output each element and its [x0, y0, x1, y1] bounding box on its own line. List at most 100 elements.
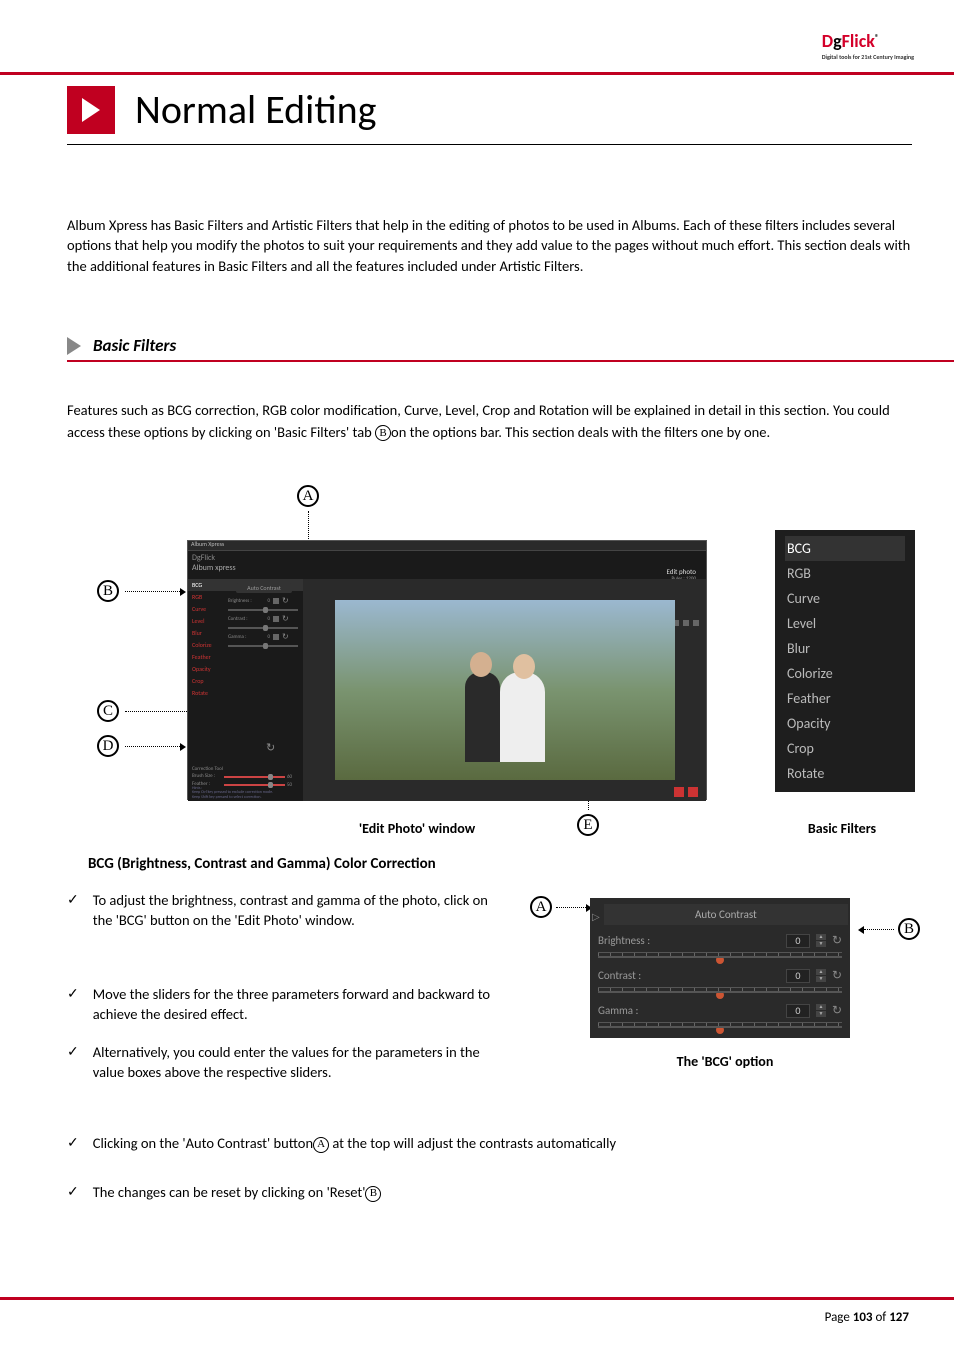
spinner-down-icon[interactable]: ▼ — [816, 1011, 826, 1017]
filter-crop[interactable]: Crop — [785, 736, 905, 761]
auto-contrast-button[interactable]: Auto Contrast — [604, 904, 848, 925]
footer-divider — [0, 1297, 954, 1300]
bcg-panel-area: A B ▷ Auto Contrast Brightness : 0 ▲ ▼ ↻ — [540, 878, 910, 1078]
contrast-label: Contrast : — [598, 969, 641, 982]
window-title: Album Xpress — [191, 540, 224, 548]
bullet-2: ✓Move the sliders for the three paramete… — [67, 984, 497, 1025]
circle-c-icon: C — [97, 700, 119, 722]
circle-b2-icon: B — [898, 918, 920, 940]
check-icon: ✓ — [67, 1133, 79, 1153]
contrast-spinner[interactable]: ▲ ▼ — [816, 969, 826, 982]
screenshot-brand: DgFlick Album xpress — [188, 551, 706, 575]
feather-value: 50 — [287, 782, 299, 788]
reset-icon-mini[interactable]: ↻ — [282, 596, 289, 606]
reset-icon[interactable]: ↻ — [832, 933, 842, 948]
inline-circle-a-icon: A — [313, 1137, 329, 1153]
bullet-1-text: To adjust the brightness, contrast and g… — [93, 890, 497, 931]
reset-icon-mini[interactable]: ↻ — [282, 614, 289, 624]
filter-rotate[interactable]: Rotate — [785, 761, 905, 786]
spinner-up-icon[interactable]: ▲ — [816, 1004, 826, 1010]
bullet-5-wrap: The changes can be reset by clicking on … — [93, 1182, 382, 1202]
basic-filters-list: BCG RGB Curve Level Blur Colorize Feathe… — [775, 530, 915, 792]
circle-a2-icon: A — [530, 896, 552, 918]
fit-icon[interactable] — [683, 620, 689, 626]
spinner-icon[interactable] — [273, 598, 279, 604]
auto-contrast-button-mini[interactable]: Auto Contrast — [236, 583, 292, 593]
header-divider — [0, 72, 954, 75]
subheading-block: Basic Filters — [67, 335, 954, 362]
spinner-up-icon[interactable]: ▲ — [816, 969, 826, 975]
filter-opacity[interactable]: Opacity — [785, 711, 905, 736]
spinner-up-icon[interactable]: ▲ — [816, 934, 826, 940]
logo-tagline: Digital tools for 21st Century Imaging — [822, 53, 914, 61]
intro-paragraph: Album Xpress has Basic Filters and Artis… — [67, 215, 912, 276]
gamma-value[interactable]: 0 — [786, 1004, 810, 1018]
reset-big-icon[interactable]: ↻ — [266, 741, 275, 754]
close-icon[interactable] — [688, 787, 698, 797]
label-d-marker: D — [97, 735, 180, 757]
subheading-text: Basic Filters — [93, 335, 176, 356]
gamma-spinner[interactable]: ▲ ▼ — [816, 1004, 826, 1017]
full-icon[interactable] — [693, 620, 699, 626]
contrast-label-mini: Contrast : — [228, 616, 258, 622]
page-n: 103 — [853, 1310, 873, 1325]
spinner-down-icon[interactable]: ▼ — [816, 941, 826, 947]
logo-reg: ® — [875, 33, 879, 43]
save-icon[interactable] — [674, 787, 684, 797]
feather-slider[interactable] — [224, 784, 285, 786]
gamma-slider[interactable] — [598, 1022, 842, 1026]
filter-curve[interactable]: Curve — [785, 586, 905, 611]
correction-tool-label: Correction Tool — [192, 766, 299, 772]
contrast-slider-mini[interactable] — [228, 627, 298, 629]
contrast-value[interactable]: 0 — [786, 969, 810, 983]
play-icon — [67, 86, 115, 134]
filter-item-feather[interactable]: Feather — [188, 651, 303, 663]
brightness-value[interactable]: 0 — [786, 934, 810, 948]
label-a-marker: A — [297, 485, 319, 541]
filter-item-rotate[interactable]: Rotate — [188, 687, 303, 699]
filter-item-opacity[interactable]: Opacity — [188, 663, 303, 675]
filter-colorize[interactable]: Colorize — [785, 661, 905, 686]
filter-blur[interactable]: Blur — [785, 636, 905, 661]
brightness-label: Brightness : — [598, 934, 650, 947]
sc-brand-1: DgFlick — [192, 553, 215, 563]
circle-e-icon: E — [577, 814, 599, 836]
contrast-slider[interactable] — [598, 987, 842, 991]
brightness-row: Brightness : 0 ▲ ▼ ↻ — [592, 931, 848, 950]
filter-feather[interactable]: Feather — [785, 686, 905, 711]
gamma-val-mini: 0 — [260, 634, 270, 640]
connector-b — [125, 591, 180, 592]
bullet-4: ✓ Clicking on the 'Auto Contrast' button… — [67, 1133, 887, 1153]
bullet-2-text: Move the sliders for the three parameter… — [93, 984, 497, 1025]
contrast-val-mini: 0 — [260, 616, 270, 622]
filter-item-crop[interactable]: Crop — [188, 675, 303, 687]
spinner-icon[interactable] — [273, 616, 279, 622]
check-icon: ✓ — [67, 1182, 79, 1202]
diagram-area: A B C D E F Album Xpress DgFlick Album x… — [67, 485, 912, 845]
page-t: 127 — [889, 1310, 909, 1325]
brightness-slider[interactable] — [598, 952, 842, 956]
filter-level[interactable]: Level — [785, 611, 905, 636]
gamma-slider-mini[interactable] — [228, 645, 298, 647]
reset-icon-mini[interactable]: ↻ — [282, 632, 289, 642]
brightness-spinner[interactable]: ▲ ▼ — [816, 934, 826, 947]
spinner-icon[interactable] — [273, 634, 279, 640]
gamma-label: Gamma : — [598, 1004, 638, 1017]
hints-l3: Keep Shift key pressed to select correct… — [192, 795, 262, 800]
reset-icon[interactable]: ↻ — [832, 1003, 842, 1018]
photo-preview-panel: Before After — [303, 579, 706, 801]
brightness-row-mini: Brightness : 0 ↻ — [228, 596, 300, 606]
reset-icon[interactable]: ↻ — [832, 968, 842, 983]
brightness-slider-mini[interactable] — [228, 609, 298, 611]
check-icon: ✓ — [67, 1042, 79, 1083]
inline-circle-b2-icon: B — [365, 1186, 381, 1202]
bullet-3-text: Alternatively, you could enter the value… — [93, 1042, 497, 1083]
brush-size-slider[interactable] — [224, 776, 285, 778]
filter-rgb[interactable]: RGB — [785, 561, 905, 586]
circle-a-icon: A — [297, 485, 319, 507]
filter-bcg[interactable]: BCG — [785, 536, 905, 561]
spinner-down-icon[interactable]: ▼ — [816, 976, 826, 982]
page-a: Page — [825, 1310, 853, 1325]
page-b: of — [873, 1310, 890, 1325]
bcg-controls: Auto Contrast Brightness : 0 ↻ Contrast … — [228, 581, 300, 647]
